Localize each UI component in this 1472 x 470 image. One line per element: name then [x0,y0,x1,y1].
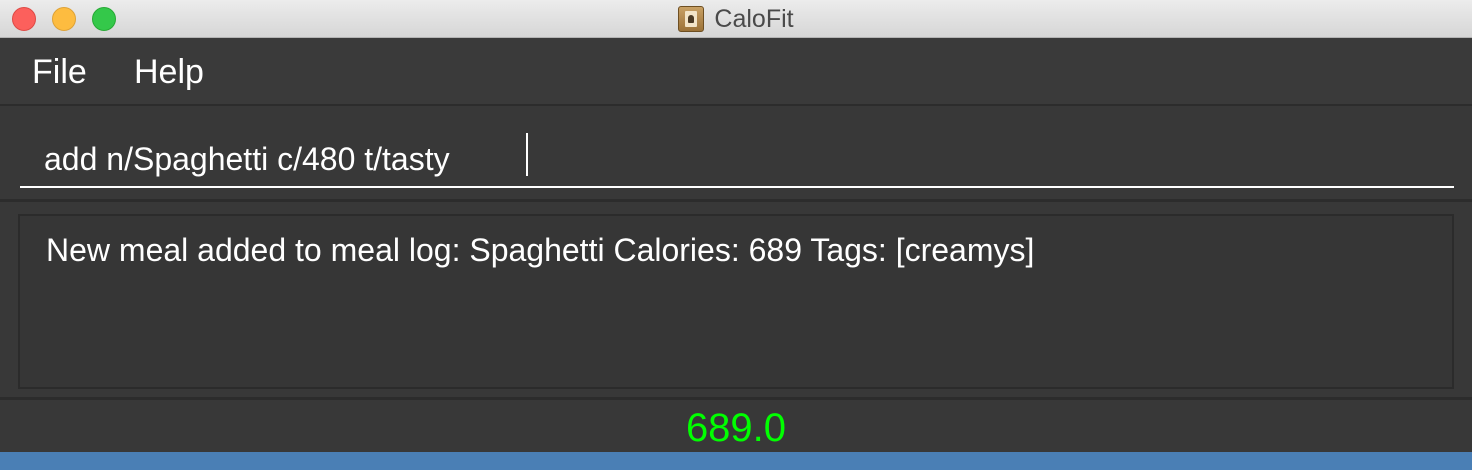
title-bar: CaloFit [0,0,1472,38]
menu-bar: File Help [0,38,1472,106]
menu-file[interactable]: File [32,53,87,92]
result-message: New meal added to meal log: Spaghetti Ca… [46,232,1035,268]
app-window: CaloFit File Help New meal added to meal… [0,0,1472,470]
calorie-total-panel: 689.0 [0,400,1472,452]
title-area: CaloFit [0,0,1472,38]
bottom-bar [0,452,1472,470]
command-input[interactable] [20,132,1454,188]
result-display[interactable]: New meal added to meal log: Spaghetti Ca… [18,214,1454,389]
contacts-book-icon [678,6,705,32]
calorie-total-value: 689.0 [685,406,787,450]
menu-help[interactable]: Help [134,53,204,92]
command-box-panel [0,106,1472,202]
result-display-panel: New meal added to meal log: Spaghetti Ca… [0,202,1472,400]
window-title: CaloFit [714,4,794,33]
text-caret [526,133,528,176]
